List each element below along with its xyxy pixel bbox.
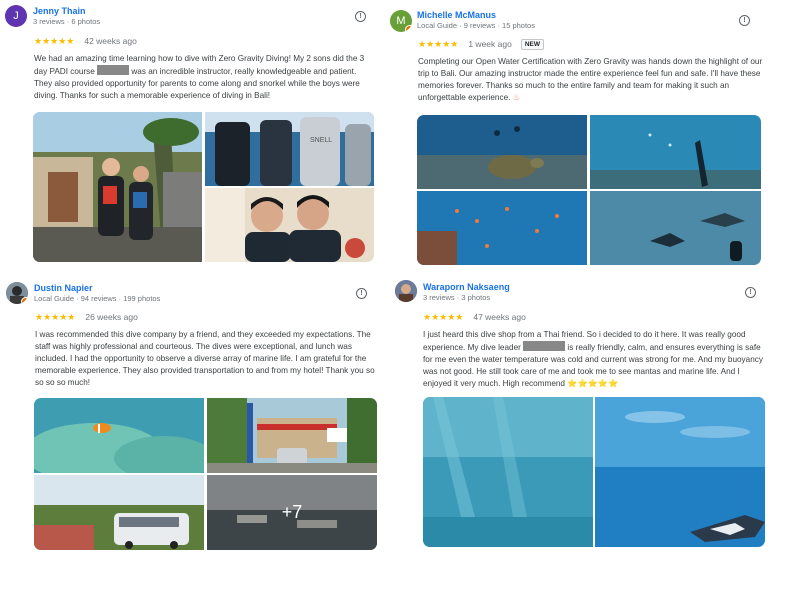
- review-date: 42 weeks ago: [84, 36, 137, 46]
- local-guide-badge-icon: [405, 25, 412, 32]
- reviewer-name[interactable]: Michelle McManus: [417, 10, 496, 20]
- review-photo[interactable]: [423, 397, 593, 547]
- review-photo[interactable]: +7: [207, 475, 377, 550]
- more-photos-overlay[interactable]: +7: [207, 475, 377, 550]
- report-icon[interactable]: !: [739, 15, 750, 26]
- local-guide-badge-icon: [21, 297, 28, 304]
- new-badge: NEW: [520, 38, 544, 50]
- redacted-name: [97, 65, 130, 75]
- report-icon[interactable]: !: [356, 288, 367, 299]
- review-photo[interactable]: [595, 397, 765, 547]
- rating-row: ★★★★★ 47 weeks ago: [423, 311, 526, 323]
- rating-row: ★★★★★ 1 week ago NEW: [418, 38, 544, 50]
- rating-row: ★★★★★ 42 weeks ago: [34, 35, 137, 47]
- review-card-dustin: Dustin Napier Local Guide · 94 reviews ·…: [0, 270, 385, 570]
- avatar[interactable]: [395, 280, 417, 302]
- reviewer-meta: 3 reviews · 6 photos: [33, 17, 101, 26]
- redacted-name: [523, 341, 566, 351]
- photo-manta-surface: [595, 397, 765, 547]
- photo-gallery: [417, 115, 761, 265]
- star-rating: ★★★★★: [423, 311, 464, 322]
- review-photo[interactable]: [417, 115, 587, 189]
- review-text: I was recommended this dive company by a…: [35, 330, 375, 387]
- photo-gallery: SNELL: [33, 112, 374, 262]
- review-photo[interactable]: [590, 115, 761, 189]
- review-photo[interactable]: [590, 191, 761, 265]
- photo-fish-school: [417, 191, 587, 265]
- reviewer-name[interactable]: Dustin Napier: [34, 283, 93, 293]
- reviewer-name[interactable]: Waraporn Naksaeng: [423, 282, 510, 292]
- photo-turtle-reef: [417, 115, 587, 189]
- review-photo[interactable]: [34, 475, 204, 550]
- star-rating: ★★★★★: [418, 38, 459, 49]
- photo-manta-rays: [590, 191, 761, 265]
- star-rating: ★★★★★: [34, 35, 75, 46]
- review-text: Completing our Open Water Certification …: [418, 57, 763, 102]
- hot-springs-icon: ♨: [512, 93, 521, 102]
- avatar[interactable]: [6, 282, 28, 304]
- photo-transport-van: [34, 475, 204, 550]
- avatar[interactable]: M: [390, 10, 412, 32]
- review-photo[interactable]: [205, 188, 374, 262]
- review-photo[interactable]: SNELL: [205, 112, 374, 186]
- star-emoji-icon: ⭐⭐⭐⭐⭐: [567, 379, 619, 388]
- review-date: 26 weeks ago: [85, 312, 138, 322]
- photo-clownfish-anemone: [34, 398, 204, 473]
- review-text: I just heard this dive shop from a Thai …: [423, 330, 763, 388]
- svg-text:SNELL: SNELL: [310, 137, 332, 144]
- review-photo[interactable]: [34, 398, 204, 473]
- review-card-waraporn: Waraporn Naksaeng 3 reviews · 3 photos !…: [385, 270, 770, 570]
- photo-dive-shop-front: [207, 398, 377, 473]
- reviewer-meta: 3 reviews · 3 photos: [423, 293, 491, 302]
- avatar[interactable]: J: [5, 5, 27, 27]
- review-photo[interactable]: [207, 398, 377, 473]
- photo-gallery: [423, 397, 765, 547]
- photo-gallery: +7: [34, 398, 377, 550]
- review-card-michelle: M Michelle McManus Local Guide · 9 revie…: [385, 0, 770, 270]
- rating-row: ★★★★★ 26 weeks ago: [35, 311, 138, 323]
- avatar-photo: [395, 280, 417, 302]
- review-date: 1 week ago: [468, 39, 512, 49]
- review-photo[interactable]: [417, 191, 587, 265]
- review-text: We had an amazing time learning how to d…: [34, 54, 365, 100]
- photo-underwater-light: [423, 397, 593, 547]
- reviewer-meta: Local Guide · 94 reviews · 199 photos: [34, 294, 161, 303]
- review-card-jenny: J Jenny Thain 3 reviews · 6 photos ! ★★★…: [0, 0, 385, 270]
- photo-diver-blue: [590, 115, 761, 189]
- review-date: 47 weeks ago: [473, 312, 526, 322]
- reviewer-meta: Local Guide · 9 reviews · 15 photos: [417, 21, 535, 30]
- review-photo[interactable]: [33, 112, 202, 262]
- star-rating: ★★★★★: [35, 311, 76, 322]
- photo-boys-smiling: [205, 188, 374, 262]
- report-icon[interactable]: !: [745, 287, 756, 298]
- reviewer-name[interactable]: Jenny Thain: [33, 6, 86, 16]
- report-icon[interactable]: !: [355, 11, 366, 22]
- photo-dive-boat: SNELL: [205, 112, 374, 186]
- photo-divers-dock: [33, 112, 202, 262]
